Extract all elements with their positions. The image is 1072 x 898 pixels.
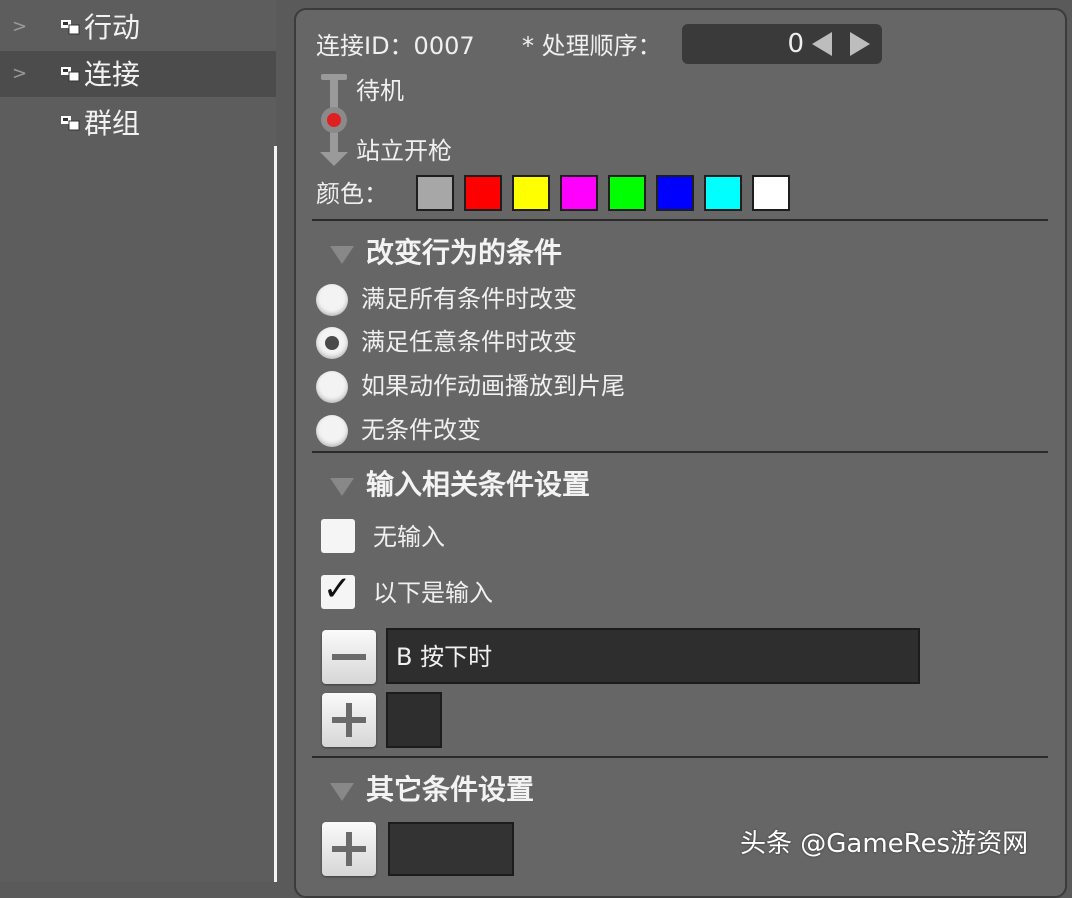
color-swatch[interactable] <box>752 175 790 211</box>
input-condition-field[interactable]: B 按下时 <box>386 628 920 684</box>
section-divider <box>312 219 1048 221</box>
collapse-triangle-icon[interactable] <box>330 783 354 801</box>
color-swatch[interactable] <box>608 175 646 211</box>
tree-item-label: 群组 <box>84 107 141 140</box>
minus-icon <box>332 654 366 660</box>
transition-arrow-icon <box>320 74 348 166</box>
radio-any-condition[interactable] <box>316 327 348 359</box>
radio-unconditional[interactable] <box>316 415 348 447</box>
connection-id: 连接ID：0007 <box>316 32 475 60</box>
remove-input-button[interactable] <box>322 630 376 684</box>
chevron-right-icon[interactable]: > <box>12 17 27 37</box>
radio-all-conditions[interactable] <box>316 284 348 316</box>
empty-other-slot[interactable] <box>388 822 514 876</box>
tree-item-group[interactable]: 群组 <box>0 100 276 146</box>
tree-item-label: 连接 <box>84 58 141 91</box>
add-other-condition-button[interactable] <box>322 822 376 876</box>
order-stepper[interactable]: 0 <box>682 24 882 64</box>
decrement-arrow-icon[interactable] <box>812 32 832 56</box>
input-header: 输入相关条件设置 <box>366 468 591 501</box>
node-icon <box>61 116 80 131</box>
conditions-header: 改变行为的条件 <box>366 236 563 269</box>
behavior-tree-panel: > 行动 > 连接 群组 <box>0 0 276 882</box>
section-divider <box>312 756 1048 758</box>
radio-label: 满足任意条件时改变 <box>361 328 577 356</box>
input-condition-value: B 按下时 <box>396 643 493 671</box>
color-swatch[interactable] <box>416 175 454 211</box>
panel-divider[interactable] <box>274 146 277 882</box>
following-input-checkbox[interactable]: ✓ <box>321 569 355 609</box>
order-value[interactable]: 0 <box>787 29 804 59</box>
node-icon <box>61 67 80 82</box>
color-swatch[interactable] <box>464 175 502 211</box>
radio-label: 无条件改变 <box>361 416 481 444</box>
tree-item-action[interactable]: > 行动 <box>0 4 276 50</box>
radio-animation-end[interactable] <box>316 371 348 403</box>
node-icon <box>61 20 80 35</box>
increment-arrow-icon[interactable] <box>850 32 870 56</box>
chevron-right-icon[interactable]: > <box>12 64 27 84</box>
color-swatch[interactable] <box>560 175 598 211</box>
to-state: 站立开枪 <box>356 137 452 165</box>
collapse-triangle-icon[interactable] <box>330 246 354 264</box>
other-header: 其它条件设置 <box>366 773 535 806</box>
tree-item-label: 行动 <box>84 11 141 44</box>
color-swatch[interactable] <box>656 175 694 211</box>
section-divider <box>312 451 1048 453</box>
empty-input-slot[interactable] <box>386 692 442 748</box>
radio-label: 如果动作动画播放到片尾 <box>361 372 625 400</box>
watermark: 头条 @GameRes游资网 <box>740 829 1029 859</box>
collapse-triangle-icon[interactable] <box>330 478 354 496</box>
from-state: 待机 <box>356 77 404 105</box>
color-label: 颜色： <box>316 180 388 208</box>
no-input-checkbox[interactable]: ✓ <box>321 519 355 553</box>
tree-item-connection[interactable]: > 连接 <box>0 51 276 97</box>
order-label: * 处理顺序： <box>522 32 662 60</box>
checkbox-label: 以下是输入 <box>373 579 493 607</box>
add-input-button[interactable] <box>322 693 376 747</box>
checkbox-label: 无输入 <box>373 523 445 551</box>
radio-label: 满足所有条件时改变 <box>361 285 577 313</box>
color-swatch[interactable] <box>704 175 742 211</box>
color-swatch[interactable] <box>512 175 550 211</box>
